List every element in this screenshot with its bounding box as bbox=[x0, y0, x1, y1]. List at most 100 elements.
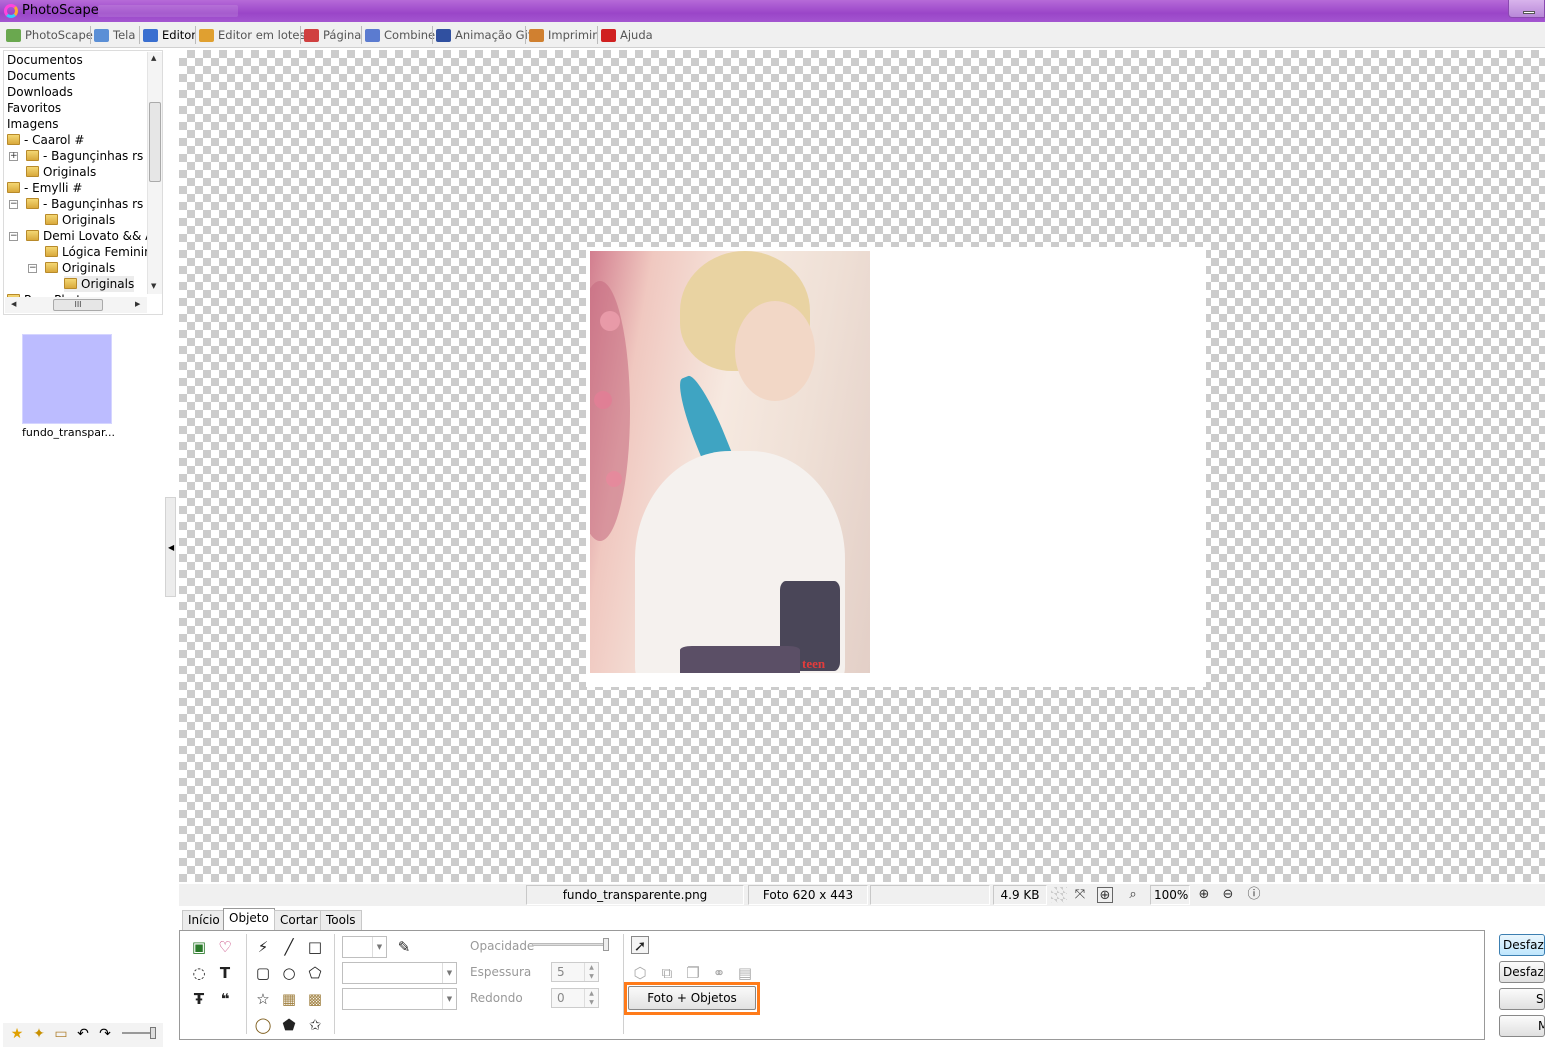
tab-tela[interactable]: Tela bbox=[94, 26, 135, 44]
folder-tree[interactable]: Documentos Documents Downloads Favoritos Ima… bbox=[3, 50, 163, 315]
filled-star-tool-icon[interactable]: ✩ bbox=[306, 1016, 324, 1034]
tree-hscroll-thumb[interactable]: III bbox=[53, 299, 103, 311]
tab-label: Combine bbox=[384, 28, 436, 42]
tree-item[interactable]: - Bagunçinhas rs ' bbox=[26, 196, 150, 212]
opacity-slider[interactable] bbox=[532, 938, 609, 951]
tab-ajuda[interactable]: Ajuda bbox=[601, 26, 653, 44]
star-tool-icon[interactable]: ☆ bbox=[254, 990, 272, 1008]
tree-item[interactable]: Originals bbox=[45, 260, 115, 276]
undo-all-button[interactable]: Desfazer tudo bbox=[1499, 961, 1545, 983]
tree-item[interactable]: Documentos bbox=[7, 52, 83, 68]
eyedropper-icon[interactable]: ✎ bbox=[395, 938, 413, 956]
scroll-down-icon[interactable]: ▼ bbox=[151, 282, 156, 290]
collapse-icon[interactable]: − bbox=[9, 200, 18, 209]
tree-item-label: - Bagunçinhas rs ' bbox=[43, 197, 151, 211]
tab-anima-o-gif[interactable]: Animação Gif bbox=[436, 26, 532, 44]
color-picker-combo[interactable]: ▼ bbox=[342, 936, 387, 958]
fit-screen-icon[interactable]: ⤧ bbox=[1072, 887, 1088, 903]
tab-p-gina[interactable]: Página bbox=[304, 26, 361, 44]
tree-item[interactable]: Originals bbox=[64, 276, 135, 292]
group-object-icon[interactable]: ⚭ bbox=[710, 964, 728, 982]
tree-item[interactable]: Originals bbox=[26, 164, 96, 180]
thumbnail-image[interactable] bbox=[22, 334, 112, 424]
tree-item[interactable]: Imagens bbox=[7, 116, 58, 132]
window-title: PhotoScape bbox=[22, 3, 99, 18]
line-style-combo[interactable]: ▼ bbox=[342, 962, 457, 984]
undo-button[interactable]: Desfazer bbox=[1499, 934, 1545, 956]
tab-editor[interactable]: Editor bbox=[143, 26, 196, 44]
tab-editor-em-lotes[interactable]: Editor em lotes bbox=[199, 26, 305, 44]
rectangle-tool-icon[interactable]: □ bbox=[306, 938, 324, 956]
round-stepper[interactable]: 0 ▲ ▼ bbox=[551, 988, 599, 1008]
scroll-right-icon[interactable]: ▶ bbox=[135, 300, 140, 308]
collapse-icon[interactable]: − bbox=[28, 264, 37, 273]
forward-arrow-icon[interactable]: ↷ bbox=[97, 1026, 113, 1042]
select-pointer-icon[interactable]: ➚ bbox=[631, 936, 649, 955]
slider-handle[interactable] bbox=[150, 1027, 156, 1039]
scroll-left-icon[interactable]: ◀ bbox=[11, 300, 16, 308]
object-properties-icon[interactable]: ▤ bbox=[736, 964, 754, 982]
tree-horizontal-scrollbar[interactable]: ◀ III ▶ bbox=[5, 297, 147, 313]
zoom-out-icon[interactable]: ⊖ bbox=[1220, 887, 1236, 903]
tab-objeto[interactable]: Objeto bbox=[223, 908, 275, 931]
scroll-up-icon[interactable]: ▲ bbox=[151, 54, 156, 62]
tree-item[interactable]: - Emylli # bbox=[7, 180, 82, 196]
object-layer-icon[interactable]: ⬡ bbox=[631, 964, 649, 982]
actual-size-icon[interactable]: ⊕ bbox=[1097, 887, 1113, 903]
line-tool-icon[interactable]: ╱ bbox=[280, 938, 298, 956]
tree-item[interactable]: Documents bbox=[7, 68, 75, 84]
favorite-star-icon[interactable]: ★ bbox=[9, 1026, 25, 1042]
minimize-button[interactable] bbox=[1508, 0, 1545, 18]
tree-item[interactable]: Demi Lovato && A bbox=[26, 228, 153, 244]
tree-item[interactable]: - Bagunçinhas rs bbox=[26, 148, 143, 164]
tree-item[interactable]: Lógica Feminina bbox=[45, 244, 159, 260]
arrow-style-combo[interactable]: ▼ bbox=[342, 988, 457, 1010]
open-folder-icon[interactable]: ▭ bbox=[53, 1026, 69, 1042]
save-button[interactable]: Salvar bbox=[1499, 988, 1545, 1010]
opacity-slider-handle[interactable] bbox=[603, 938, 609, 951]
tab-tools[interactable]: Tools bbox=[320, 910, 362, 930]
duplicate-object-icon[interactable]: ⧉ bbox=[658, 964, 676, 982]
panel-splitter[interactable]: ◀ bbox=[165, 497, 176, 597]
rounded-rect-tool-icon[interactable]: ▢ bbox=[254, 964, 272, 982]
filled-pentagon-tool-icon[interactable]: ⬟ bbox=[280, 1016, 298, 1034]
insert-icon-icon[interactable]: ♡ bbox=[216, 938, 234, 956]
circle-tool-icon[interactable]: ○ bbox=[280, 964, 298, 982]
thickness-stepper[interactable]: 5 ▲ ▼ bbox=[551, 962, 599, 982]
tree-scroll-thumb[interactable] bbox=[149, 102, 161, 182]
placed-photo-object[interactable]: teen VOGUE bbox=[590, 251, 870, 673]
pentagon-tool-icon[interactable]: ⬠ bbox=[306, 964, 324, 982]
tree-item[interactable]: Favoritos bbox=[7, 100, 61, 116]
info-icon[interactable]: ⓘ bbox=[1246, 887, 1262, 903]
expand-icon[interactable]: + bbox=[9, 152, 18, 161]
tree-item[interactable]: - Caarol # bbox=[7, 132, 84, 148]
tree-item[interactable]: Originals bbox=[45, 212, 115, 228]
add-favorite-icon[interactable]: ✦ bbox=[31, 1026, 47, 1042]
menu-button[interactable]: Menu bbox=[1499, 1015, 1545, 1037]
folder-icon bbox=[45, 214, 58, 225]
tree-vertical-scrollbar[interactable]: ▲ ▼ bbox=[147, 52, 162, 294]
tree-item[interactable]: Downloads bbox=[7, 84, 73, 100]
filled-circle-tool-icon[interactable]: ◯ bbox=[254, 1016, 272, 1034]
filled-rect-tool-icon[interactable]: ▦ bbox=[280, 990, 298, 1008]
tab-photoscape[interactable]: PhotoScape bbox=[6, 26, 93, 44]
thumbnail-size-slider[interactable] bbox=[122, 1027, 156, 1039]
tab-cortar[interactable]: Cortar bbox=[274, 910, 324, 930]
copy-object-icon[interactable]: ❐ bbox=[684, 964, 702, 982]
transparency-icon[interactable] bbox=[1051, 887, 1067, 903]
photo-plus-objects-button[interactable]: Foto + Objetos bbox=[628, 986, 756, 1010]
text-style-icon[interactable]: Ŧ bbox=[190, 990, 208, 1008]
magic-wand-icon[interactable]: ⚡ bbox=[254, 938, 272, 956]
insert-photo-icon[interactable]: ▣ bbox=[190, 938, 208, 956]
filled-rounded-rect-icon[interactable]: ▩ bbox=[306, 990, 324, 1008]
speech-balloon-icon[interactable]: ◌ bbox=[190, 964, 208, 982]
quote-icon[interactable]: ❝ bbox=[216, 990, 234, 1008]
back-arrow-icon[interactable]: ↶ bbox=[75, 1026, 91, 1042]
zoom-fit-icon[interactable]: ⌕ bbox=[1125, 887, 1141, 903]
tab-in-cio[interactable]: Início bbox=[182, 910, 226, 930]
collapse-icon[interactable]: − bbox=[9, 232, 18, 241]
text-tool-icon[interactable]: T bbox=[216, 964, 234, 982]
tab-combine[interactable]: Combine bbox=[365, 26, 435, 44]
tab-imprimir[interactable]: Imprimir bbox=[529, 26, 597, 44]
zoom-in-icon[interactable]: ⊕ bbox=[1196, 887, 1212, 903]
